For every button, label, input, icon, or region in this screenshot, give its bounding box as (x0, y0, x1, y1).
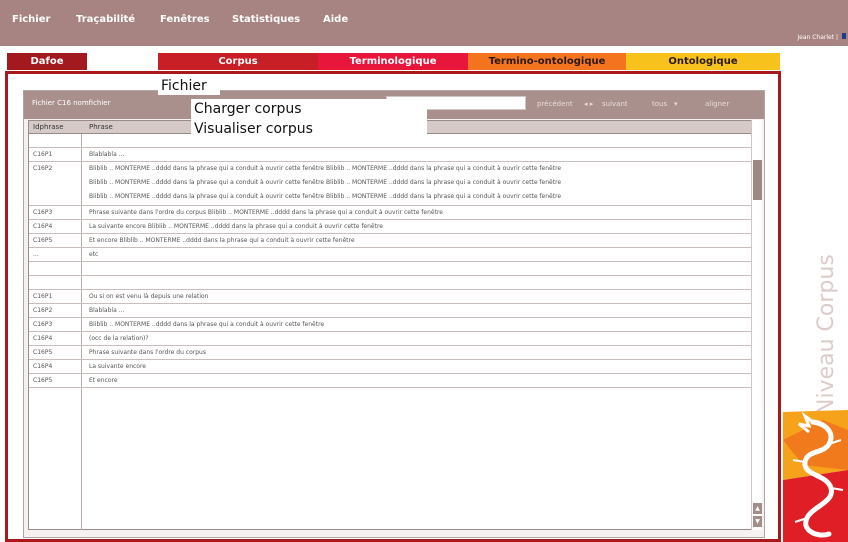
table-row[interactable] (29, 276, 752, 290)
corpus-panel: Fichier C16 nomfichier précédent ◂ ▸ sui… (23, 90, 765, 538)
row-phrase: Bliblib .. MONTERME ..dddd dans la phras… (89, 321, 325, 328)
row-id: C16P1 (33, 151, 53, 158)
row-id: C16P5 (33, 377, 53, 384)
table-row[interactable]: C16P3 Bliblib .. MONTERME ..dddd dans la … (29, 318, 752, 332)
row-phrase: Et encore Bliblib .. MONTERME ..dddd dan… (89, 237, 355, 244)
row-phrase: Et encore (89, 377, 118, 384)
precedent-button[interactable]: précédent (537, 100, 573, 108)
menu-item-visualiser-corpus[interactable]: Visualiser corpus (194, 121, 313, 137)
scroll-down-icon[interactable]: ▼ (753, 516, 762, 527)
side-label: Niveau Corpus (814, 254, 839, 415)
menu-fichier[interactable]: Fichier (12, 14, 50, 25)
row-id: C16P4 (33, 335, 53, 342)
row-id: C16P5 (33, 349, 53, 356)
tous-dropdown[interactable]: tous (652, 100, 667, 108)
column-idphrase: Idphrase (33, 123, 64, 131)
row-phrase: Blablabla ... (89, 307, 125, 314)
file-popup-menu: Charger corpus Visualiser corpus (191, 99, 427, 139)
row-id: C16P3 (33, 321, 53, 328)
scrollbar-thumb[interactable] (753, 160, 762, 200)
row-id: ... (33, 251, 39, 258)
table-row[interactable]: C16P1 Blablabla ... (29, 148, 752, 162)
row-id: C16P3 (33, 209, 53, 216)
tab-terminologique[interactable]: Terminologique (318, 53, 468, 70)
table-row[interactable]: C16P5 Et encore (29, 374, 752, 388)
column-phrase: Phrase (89, 123, 113, 131)
table-row[interactable] (29, 262, 752, 276)
row-phrase: Phrase suivante dans l'ordre du corpus (89, 349, 206, 356)
table-row[interactable]: C16P1 Ou si on est venu là depuis une rel… (29, 290, 752, 304)
row-phrase: Bliblib .. MONTERME ..dddd dans la phras… (89, 193, 562, 200)
dragon-logo-icon (783, 410, 848, 542)
aligner-button[interactable]: aligner (705, 100, 729, 108)
row-id: C16P2 (33, 165, 53, 172)
menu-bar: Fichier Traçabilité Fenêtres Statistique… (0, 0, 848, 46)
row-phrase: (occ de la relation)? (89, 335, 149, 342)
user-name: Jean Charlet | (797, 34, 838, 41)
table-row[interactable]: C16P5 Phrase suivante dans l'ordre du cor… (29, 346, 752, 360)
tab-ontologique[interactable]: Ontologique (626, 53, 780, 70)
table-row[interactable]: ... etc (29, 248, 752, 262)
chevron-down-icon[interactable]: ▾ (674, 100, 678, 108)
table-row[interactable]: C16P4 (occ de la relation)? (29, 332, 752, 346)
file-label: Fichier C16 nomfichier (32, 99, 111, 107)
row-id: C16P2 (33, 307, 53, 314)
suivant-button[interactable]: suivant (602, 100, 628, 108)
user-marker (842, 33, 846, 39)
row-phrase: etc (89, 251, 99, 258)
row-id: C16P5 (33, 237, 53, 244)
table-row[interactable]: C16P5 Et encore Bliblib .. MONTERME ..ddd… (29, 234, 752, 248)
vertical-scrollbar[interactable]: ▲ ▼ (751, 120, 762, 530)
row-id: C16P4 (33, 223, 53, 230)
table-row[interactable]: C16P4 La suivante encore (29, 360, 752, 374)
menu-aide[interactable]: Aide (323, 14, 348, 25)
row-phrase: Ou si on est venu là depuis une relation (89, 293, 209, 300)
tab-corpus[interactable]: Corpus (158, 53, 318, 70)
table-row[interactable]: C16P2 Blablabla ... (29, 304, 752, 318)
menu-item-charger-corpus[interactable]: Charger corpus (194, 101, 302, 117)
row-phrase: Phrase suivante dans l'ordre du corpus B… (89, 209, 443, 216)
row-phrase: La suivante encore (89, 363, 146, 370)
row-id: C16P1 (33, 293, 53, 300)
menu-tracabilite[interactable]: Traçabilité (76, 14, 135, 25)
menu-statistiques[interactable]: Statistiques (232, 14, 300, 25)
menu-fenetres[interactable]: Fenêtres (160, 14, 210, 25)
table-row[interactable]: C16P3 Phrase suivante dans l'ordre du cor… (29, 206, 752, 220)
table-row[interactable]: C16P4 La suivante encore Bliblib .. MONTE… (29, 220, 752, 234)
row-phrase: Bliblib .. MONTERME ..dddd dans la phras… (89, 165, 562, 172)
scroll-up-icon[interactable]: ▲ (753, 503, 762, 514)
side-label-text: Niveau Corpus (814, 254, 839, 415)
tab-termino-ontologique[interactable]: Termino-ontologique (468, 53, 626, 70)
prev-next-arrows-icon[interactable]: ◂ ▸ (584, 100, 593, 108)
row-id: C16P4 (33, 363, 53, 370)
row-phrase: Bliblib .. MONTERME ..dddd dans la phras… (89, 179, 562, 186)
popup-menu-title[interactable]: Fichier (158, 77, 220, 95)
row-phrase: La suivante encore Bliblib .. MONTERME .… (89, 223, 383, 230)
tab-dafoe[interactable]: Dafoe (7, 53, 87, 70)
table-row[interactable]: C16P2 Bliblib .. MONTERME ..dddd dans la … (29, 162, 752, 206)
phrase-table: C16P1 Blablabla ... C16P2 Bliblib .. MONTER… (28, 134, 752, 530)
row-phrase: Blablabla ... (89, 151, 125, 158)
